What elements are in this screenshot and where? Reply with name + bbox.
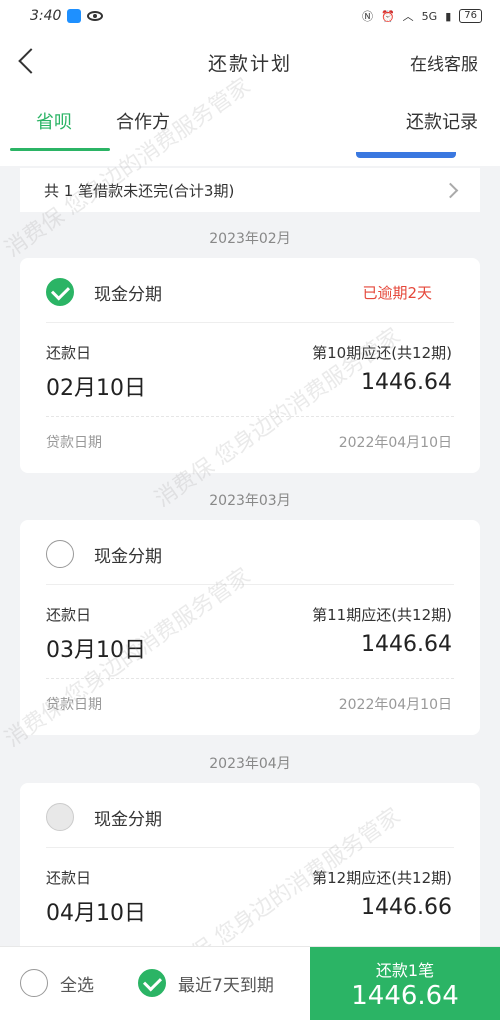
back-icon[interactable] <box>18 48 44 74</box>
due-date-value: 02月10日 <box>46 376 146 401</box>
nfc-icon: Ⓝ <box>361 10 373 23</box>
loan-date-label: 贷款日期 <box>46 697 102 713</box>
installment-type: 现金分期 <box>94 810 162 830</box>
installment-card: 现金分期 还款日 第12期应还(共12期) 04月10日 1446.66 <box>20 783 480 963</box>
chevron-right-icon <box>442 182 459 198</box>
installment-checkbox[interactable] <box>46 278 74 306</box>
due-date-label: 还款日 <box>46 606 92 624</box>
tab-shengbei[interactable]: 省呗 <box>36 108 72 134</box>
repayment-record-button[interactable]: 还款记录 <box>406 108 478 134</box>
recent-7-days-toggle[interactable]: 最近7天到期 <box>138 969 274 997</box>
period-label: 第11期应还(共12期) <box>312 606 452 624</box>
loan-date-value: 2022年04月10日 <box>338 435 452 451</box>
dashed-divider <box>46 416 454 417</box>
loan-date-value: 2022年04月10日 <box>338 697 452 713</box>
month-label: 2023年02月 <box>209 231 291 247</box>
installment-checkbox[interactable] <box>46 803 74 831</box>
installment-checkbox[interactable] <box>46 540 74 568</box>
status-time: 3:40 <box>30 8 62 24</box>
due-date-value: 04月10日 <box>46 901 146 926</box>
overdue-status: 已逾期2天 <box>362 284 432 302</box>
repay-button[interactable]: 还款1笔 1446.64 <box>310 947 500 1020</box>
status-bar: 3:40 Ⓝ ⏰ ︿ 5G ▮ 76 <box>0 0 500 32</box>
recent-7-days-radio[interactable] <box>138 969 166 997</box>
alarm-icon: ⏰ <box>380 9 395 23</box>
page-title: 还款计划 <box>207 52 292 75</box>
amount-value: 1446.64 <box>361 370 452 395</box>
battery-indicator: 76 <box>459 9 482 23</box>
banner-button-edge <box>356 152 456 158</box>
loan-date-label: 贷款日期 <box>46 435 102 451</box>
installment-card: 现金分期 已逾期2天 还款日 第10期应还(共12期) 02月10日 1446.… <box>20 258 480 473</box>
online-service-button[interactable]: 在线客服 <box>410 50 478 75</box>
month-label: 2023年03月 <box>209 493 291 509</box>
divider <box>46 847 454 848</box>
period-label: 第10期应还(共12期) <box>312 344 452 362</box>
divider <box>46 584 454 585</box>
due-date-label: 还款日 <box>46 869 92 887</box>
eye-icon <box>87 11 104 21</box>
tab-partner[interactable]: 合作方 <box>116 108 170 134</box>
divider <box>46 322 454 323</box>
installment-type: 现金分期 <box>94 547 162 567</box>
app-notification-icon <box>67 9 82 23</box>
installment-type: 现金分期 <box>94 285 162 305</box>
select-all-toggle[interactable]: 全选 <box>20 969 94 997</box>
repay-amount: 1446.64 <box>351 981 459 1011</box>
month-label: 2023年04月 <box>209 756 291 772</box>
banner-peek <box>0 152 500 166</box>
loan-summary-row[interactable]: 共 1 笔借款未还完(合计3期) <box>20 168 480 212</box>
repay-count-label: 还款1笔 <box>375 961 435 980</box>
dashed-divider <box>46 678 454 679</box>
amount-value: 1446.66 <box>361 895 452 920</box>
tab-active-indicator <box>10 148 110 151</box>
recent-7-days-label: 最近7天到期 <box>178 975 274 996</box>
due-date-label: 还款日 <box>46 344 92 362</box>
select-all-radio[interactable] <box>20 969 48 997</box>
bottom-action-bar: 全选 最近7天到期 还款1笔 1446.64 <box>0 946 500 1020</box>
tab-bar: 省呗 合作方 还款记录 <box>0 92 500 152</box>
network-label: 5G <box>421 9 438 23</box>
period-label: 第12期应还(共12期) <box>312 869 452 887</box>
installment-card: 现金分期 还款日 第11期应还(共12期) 03月10日 1446.64 贷款日… <box>20 520 480 735</box>
status-left: 3:40 <box>30 8 104 24</box>
wifi-icon: ︿ <box>402 10 414 23</box>
select-all-label: 全选 <box>60 975 94 996</box>
status-right: Ⓝ ⏰ ︿ 5G ▮ 76 <box>362 8 482 24</box>
signal-icon: ▮ <box>445 9 452 23</box>
amount-value: 1446.64 <box>361 632 452 657</box>
loan-summary-text: 共 1 笔借款未还完(合计3期) <box>44 181 235 200</box>
page-header: 还款计划 在线客服 <box>0 32 500 92</box>
due-date-value: 03月10日 <box>46 638 146 663</box>
